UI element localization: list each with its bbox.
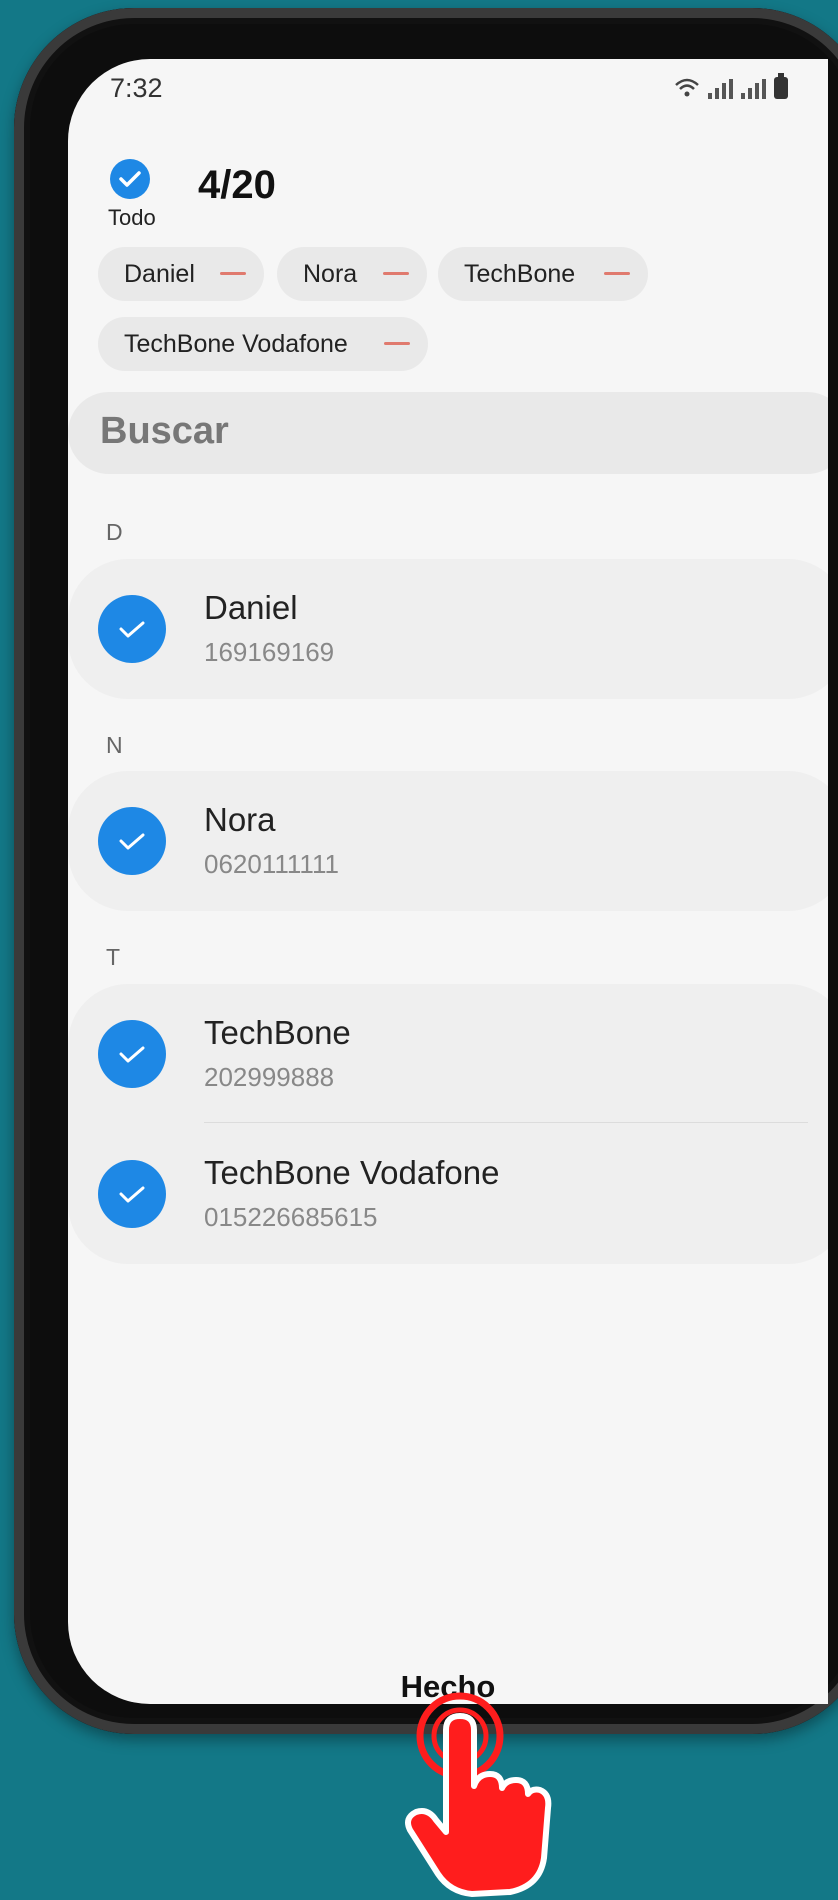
check-icon bbox=[119, 1046, 145, 1063]
selected-check-avatar[interactable] bbox=[98, 1020, 166, 1088]
contact-group-n: Nora 0620111111 bbox=[68, 771, 828, 911]
select-all-label: Todo bbox=[108, 205, 156, 230]
screen: 7:32 Todo 4/20 Daniel Nora TechBone Tech… bbox=[68, 59, 828, 1704]
remove-icon[interactable] bbox=[220, 272, 246, 275]
search-input[interactable]: Buscar bbox=[68, 392, 828, 474]
section-header-t: T bbox=[106, 944, 121, 970]
status-bar: 7:32 bbox=[110, 73, 828, 113]
contact-number: 015226685615 bbox=[204, 1202, 378, 1232]
contact-item-techbone[interactable]: TechBone 202999888 bbox=[68, 984, 828, 1124]
check-icon bbox=[119, 171, 141, 187]
selected-check-avatar[interactable] bbox=[98, 1160, 166, 1228]
chip-nora[interactable]: Nora bbox=[277, 247, 427, 301]
signal-icon bbox=[708, 79, 733, 99]
remove-icon[interactable] bbox=[604, 272, 630, 275]
select-all-checkbox[interactable] bbox=[110, 159, 150, 199]
divider bbox=[204, 1122, 808, 1123]
contact-item-techbone-vodafone[interactable]: TechBone Vodafone 015226685615 bbox=[68, 1124, 828, 1264]
selection-count: 4/20 bbox=[198, 163, 276, 207]
chip-label: TechBone Vodafone bbox=[124, 330, 348, 358]
contact-number: 169169169 bbox=[204, 637, 335, 667]
chip-daniel[interactable]: Daniel bbox=[98, 247, 264, 301]
contact-item-nora[interactable]: Nora 0620111111 bbox=[68, 771, 828, 911]
chip-techbone-vodafone[interactable]: TechBone Vodafone bbox=[98, 317, 428, 371]
chip-label: Nora bbox=[303, 260, 358, 288]
contact-name: TechBone Vodafone bbox=[204, 1154, 500, 1191]
contact-number: 202999888 bbox=[204, 1062, 335, 1092]
tap-hand-icon bbox=[405, 1692, 552, 1897]
selected-check-avatar[interactable] bbox=[98, 595, 166, 663]
status-time: 7:32 bbox=[110, 73, 163, 103]
status-icons bbox=[674, 73, 788, 99]
wifi-icon bbox=[675, 78, 699, 97]
remove-icon[interactable] bbox=[383, 272, 409, 275]
remove-icon[interactable] bbox=[384, 342, 410, 345]
chip-label: Daniel bbox=[124, 260, 195, 288]
contact-group-d: Daniel 169169169 bbox=[68, 559, 828, 699]
selected-check-avatar[interactable] bbox=[98, 807, 166, 875]
search-placeholder: Buscar bbox=[100, 410, 229, 452]
check-icon bbox=[119, 621, 145, 638]
chip-techbone[interactable]: TechBone bbox=[438, 247, 648, 301]
section-header-n: N bbox=[106, 732, 123, 758]
contact-item-daniel[interactable]: Daniel 169169169 bbox=[68, 559, 828, 699]
contact-group-t: TechBone 202999888 TechBone Vodafone 015… bbox=[68, 984, 828, 1264]
contact-name: TechBone bbox=[204, 1014, 351, 1051]
section-header-d: D bbox=[106, 519, 123, 545]
contact-name: Daniel bbox=[204, 589, 298, 626]
check-icon bbox=[119, 1186, 145, 1203]
contact-name: Nora bbox=[204, 801, 276, 838]
battery-icon bbox=[774, 73, 788, 99]
check-icon bbox=[119, 833, 145, 850]
chip-label: TechBone bbox=[464, 260, 576, 288]
signal-icon-2 bbox=[741, 79, 766, 99]
contact-number: 0620111111 bbox=[204, 849, 339, 879]
phone-frame: 7:32 Todo 4/20 Daniel Nora TechBone Tech… bbox=[14, 8, 838, 1734]
